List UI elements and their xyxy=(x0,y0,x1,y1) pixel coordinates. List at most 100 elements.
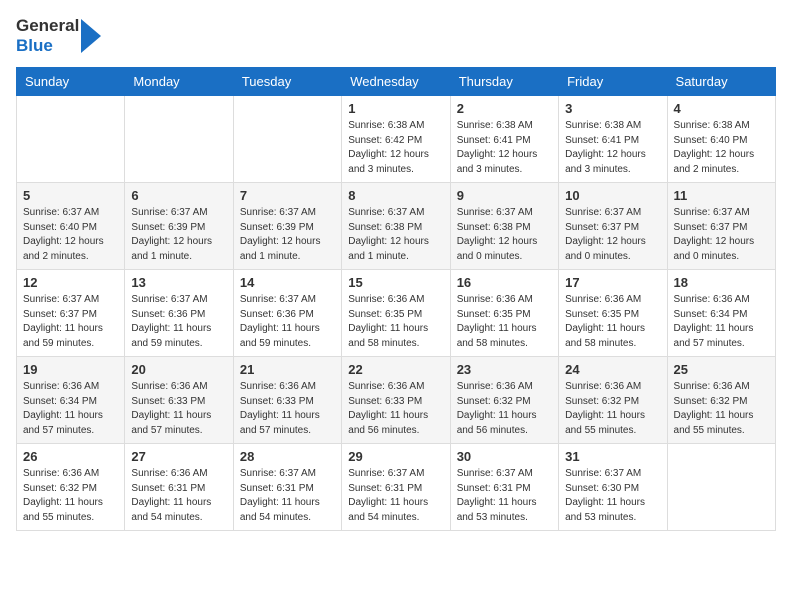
logo: General Blue xyxy=(16,16,101,55)
day-number: 4 xyxy=(674,101,769,116)
day-info: Sunrise: 6:36 AMSunset: 6:32 PMDaylight:… xyxy=(457,380,552,438)
weekday-header-sunday: Sunday xyxy=(17,68,125,96)
day-number: 5 xyxy=(23,188,118,203)
day-info: Sunrise: 6:36 AMSunset: 6:35 PMDaylight:… xyxy=(457,293,552,351)
day-number: 24 xyxy=(565,362,660,377)
day-number: 21 xyxy=(240,362,335,377)
day-info: Sunrise: 6:37 AMSunset: 6:38 PMDaylight:… xyxy=(457,206,552,264)
day-info: Sunrise: 6:37 AMSunset: 6:40 PMDaylight:… xyxy=(23,206,118,264)
day-number: 12 xyxy=(23,275,118,290)
day-number: 23 xyxy=(457,362,552,377)
day-number: 27 xyxy=(131,449,226,464)
logo-general-text: General xyxy=(16,16,79,36)
calendar-cell: 19Sunrise: 6:36 AMSunset: 6:34 PMDayligh… xyxy=(17,357,125,444)
calendar-cell: 10 Sunrise: 6:37 AMSunset: 6:37 PMDayligh… xyxy=(559,183,667,270)
day-number: 29 xyxy=(348,449,443,464)
day-info: Sunrise: 6:36 AMSunset: 6:35 PMDaylight:… xyxy=(565,293,660,351)
calendar-cell: 11 Sunrise: 6:37 AMSunset: 6:37 PMDayligh… xyxy=(667,183,775,270)
day-number: 13 xyxy=(131,275,226,290)
day-number: 2 xyxy=(457,101,552,116)
day-info: Sunrise: 6:38 AMSunset: 6:41 PMDaylight:… xyxy=(565,119,660,177)
day-number: 28 xyxy=(240,449,335,464)
calendar-cell: 15 Sunrise: 6:36 AMSunset: 6:35 PMDayligh… xyxy=(342,270,450,357)
day-info: Sunrise: 6:37 AMSunset: 6:36 PMDaylight:… xyxy=(240,293,335,351)
day-number: 22 xyxy=(348,362,443,377)
day-number: 14 xyxy=(240,275,335,290)
calendar-cell: 12 Sunrise: 6:37 AMSunset: 6:37 PMDayligh… xyxy=(17,270,125,357)
day-number: 1 xyxy=(348,101,443,116)
day-number: 19 xyxy=(23,362,118,377)
day-info: Sunrise: 6:36 AMSunset: 6:31 PMDaylight:… xyxy=(131,467,226,525)
calendar-cell xyxy=(233,96,341,183)
day-number: 18 xyxy=(674,275,769,290)
calendar-cell: 9 Sunrise: 6:37 AMSunset: 6:38 PMDaylight… xyxy=(450,183,558,270)
weekday-header-wednesday: Wednesday xyxy=(342,68,450,96)
day-info: Sunrise: 6:36 AMSunset: 6:32 PMDaylight:… xyxy=(23,467,118,525)
day-info: Sunrise: 6:36 AMSunset: 6:33 PMDaylight:… xyxy=(240,380,335,438)
logo-arrow-icon xyxy=(81,19,101,53)
calendar-week-row: 12 Sunrise: 6:37 AMSunset: 6:37 PMDayligh… xyxy=(17,270,776,357)
weekday-header-tuesday: Tuesday xyxy=(233,68,341,96)
calendar-week-row: 1Sunrise: 6:38 AMSunset: 6:42 PMDaylight… xyxy=(17,96,776,183)
day-info: Sunrise: 6:36 AMSunset: 6:32 PMDaylight:… xyxy=(674,380,769,438)
day-number: 3 xyxy=(565,101,660,116)
calendar-cell: 30Sunrise: 6:37 AMSunset: 6:31 PMDayligh… xyxy=(450,444,558,531)
day-info: Sunrise: 6:37 AMSunset: 6:36 PMDaylight:… xyxy=(131,293,226,351)
day-info: Sunrise: 6:37 AMSunset: 6:31 PMDaylight:… xyxy=(348,467,443,525)
weekday-header-saturday: Saturday xyxy=(667,68,775,96)
calendar-cell: 13 Sunrise: 6:37 AMSunset: 6:36 PMDayligh… xyxy=(125,270,233,357)
day-info: Sunrise: 6:37 AMSunset: 6:38 PMDaylight:… xyxy=(348,206,443,264)
day-number: 15 xyxy=(348,275,443,290)
calendar-cell: 2Sunrise: 6:38 AMSunset: 6:41 PMDaylight… xyxy=(450,96,558,183)
weekday-header-friday: Friday xyxy=(559,68,667,96)
calendar-cell: 17 Sunrise: 6:36 AMSunset: 6:35 PMDayligh… xyxy=(559,270,667,357)
calendar-cell: 4 Sunrise: 6:38 AMSunset: 6:40 PMDaylight… xyxy=(667,96,775,183)
calendar-cell: 26 Sunrise: 6:36 AMSunset: 6:32 PMDayligh… xyxy=(17,444,125,531)
day-info: Sunrise: 6:37 AMSunset: 6:31 PMDaylight:… xyxy=(240,467,335,525)
weekday-header-thursday: Thursday xyxy=(450,68,558,96)
page-header: General Blue xyxy=(16,16,776,55)
calendar-cell: 23 Sunrise: 6:36 AMSunset: 6:32 PMDayligh… xyxy=(450,357,558,444)
day-info: Sunrise: 6:36 AMSunset: 6:33 PMDaylight:… xyxy=(348,380,443,438)
calendar-cell: 5 Sunrise: 6:37 AMSunset: 6:40 PMDaylight… xyxy=(17,183,125,270)
day-number: 6 xyxy=(131,188,226,203)
calendar-table: SundayMondayTuesdayWednesdayThursdayFrid… xyxy=(16,67,776,531)
calendar-cell: 18 Sunrise: 6:36 AMSunset: 6:34 PMDayligh… xyxy=(667,270,775,357)
day-info: Sunrise: 6:36 AMSunset: 6:34 PMDaylight:… xyxy=(674,293,769,351)
calendar-cell xyxy=(667,444,775,531)
day-number: 17 xyxy=(565,275,660,290)
day-number: 26 xyxy=(23,449,118,464)
weekday-header-monday: Monday xyxy=(125,68,233,96)
day-number: 25 xyxy=(674,362,769,377)
day-info: Sunrise: 6:36 AMSunset: 6:32 PMDaylight:… xyxy=(565,380,660,438)
day-info: Sunrise: 6:37 AMSunset: 6:39 PMDaylight:… xyxy=(240,206,335,264)
calendar-cell: 7Sunrise: 6:37 AMSunset: 6:39 PMDaylight… xyxy=(233,183,341,270)
calendar-week-row: 5 Sunrise: 6:37 AMSunset: 6:40 PMDaylight… xyxy=(17,183,776,270)
day-info: Sunrise: 6:37 AMSunset: 6:37 PMDaylight:… xyxy=(23,293,118,351)
calendar-cell: 6 Sunrise: 6:37 AMSunset: 6:39 PMDaylight… xyxy=(125,183,233,270)
calendar-cell xyxy=(17,96,125,183)
calendar-week-row: 26 Sunrise: 6:36 AMSunset: 6:32 PMDayligh… xyxy=(17,444,776,531)
day-number: 10 xyxy=(565,188,660,203)
calendar-cell: 27 Sunrise: 6:36 AMSunset: 6:31 PMDayligh… xyxy=(125,444,233,531)
day-number: 30 xyxy=(457,449,552,464)
day-number: 9 xyxy=(457,188,552,203)
day-info: Sunrise: 6:36 AMSunset: 6:35 PMDaylight:… xyxy=(348,293,443,351)
day-info: Sunrise: 6:37 AMSunset: 6:37 PMDaylight:… xyxy=(674,206,769,264)
day-number: 20 xyxy=(131,362,226,377)
day-info: Sunrise: 6:38 AMSunset: 6:40 PMDaylight:… xyxy=(674,119,769,177)
day-info: Sunrise: 6:37 AMSunset: 6:37 PMDaylight:… xyxy=(565,206,660,264)
day-info: Sunrise: 6:37 AMSunset: 6:39 PMDaylight:… xyxy=(131,206,226,264)
calendar-cell: 29 Sunrise: 6:37 AMSunset: 6:31 PMDayligh… xyxy=(342,444,450,531)
day-number: 11 xyxy=(674,188,769,203)
calendar-cell: 21 Sunrise: 6:36 AMSunset: 6:33 PMDayligh… xyxy=(233,357,341,444)
calendar-header-row: SundayMondayTuesdayWednesdayThursdayFrid… xyxy=(17,68,776,96)
calendar-cell: 20 Sunrise: 6:36 AMSunset: 6:33 PMDayligh… xyxy=(125,357,233,444)
day-number: 31 xyxy=(565,449,660,464)
day-info: Sunrise: 6:36 AMSunset: 6:33 PMDaylight:… xyxy=(131,380,226,438)
calendar-cell: 31Sunrise: 6:37 AMSunset: 6:30 PMDayligh… xyxy=(559,444,667,531)
calendar-cell: 8Sunrise: 6:37 AMSunset: 6:38 PMDaylight… xyxy=(342,183,450,270)
calendar-cell: 22 Sunrise: 6:36 AMSunset: 6:33 PMDayligh… xyxy=(342,357,450,444)
logo-blue-text: Blue xyxy=(16,36,79,56)
calendar-cell: 24 Sunrise: 6:36 AMSunset: 6:32 PMDayligh… xyxy=(559,357,667,444)
